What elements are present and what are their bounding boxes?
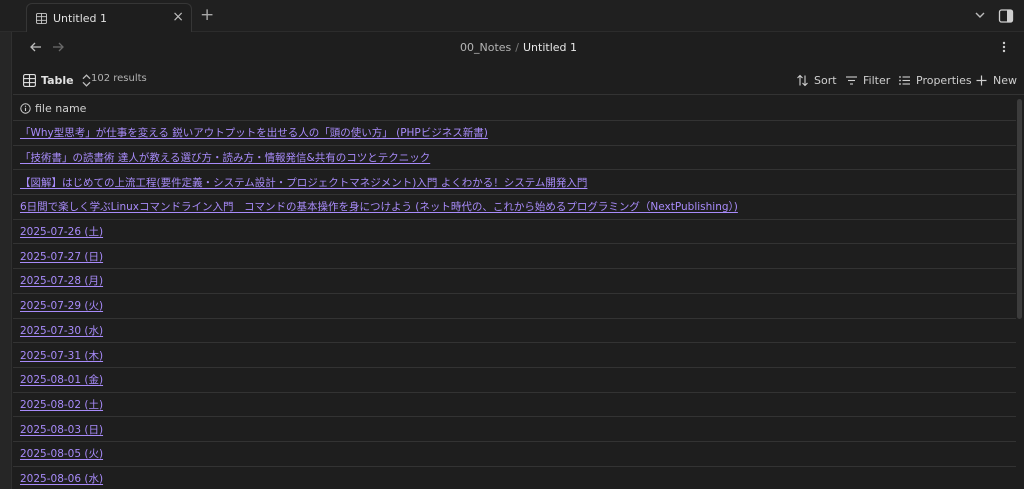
table-row: 【図解】はじめての上流工程(要件定義・システム設計・プロジェクトマネジメント)入… — [13, 170, 1016, 196]
results-table: file name 「Why型思考」が仕事を変える 鋭いアウトプットを出せる人の… — [13, 97, 1016, 489]
properties-label: Properties — [916, 73, 972, 87]
breadcrumb-current[interactable]: Untitled 1 — [523, 41, 577, 54]
title-bar: Untitled 1 × + — [0, 0, 1024, 32]
file-link[interactable]: 2025-08-06 (水) — [20, 471, 103, 486]
table-row: 2025-08-01 (金) — [13, 368, 1016, 393]
new-label: New — [993, 73, 1017, 87]
chevron-down-icon[interactable] — [973, 8, 987, 22]
file-link[interactable]: 【図解】はじめての上流工程(要件定義・システム設計・プロジェクトマネジメント)入… — [20, 175, 587, 190]
filter-icon — [846, 75, 857, 85]
breadcrumb: 00_Notes / Untitled 1 — [13, 41, 1024, 54]
table-row: 6日間で楽しく学ぶLinuxコマンドライン入門 コマンドの基本操作を身につけよう… — [13, 195, 1016, 220]
table-icon — [36, 13, 47, 24]
breadcrumb-folder[interactable]: 00_Notes — [460, 41, 511, 54]
file-link[interactable]: 2025-07-28 (月) — [20, 273, 103, 288]
properties-button[interactable]: Properties — [898, 72, 972, 88]
scrollbar[interactable] — [1017, 97, 1023, 489]
list-icon — [899, 75, 910, 85]
file-link[interactable]: 2025-08-02 (土) — [20, 397, 103, 412]
sidebar-toggle-icon[interactable] — [998, 8, 1014, 24]
new-button[interactable]: New — [975, 72, 1017, 88]
table-row: 「Why型思考」が仕事を変える 鋭いアウトプットを出せる人の「頭の使い方」 (P… — [13, 121, 1016, 146]
sort-icon — [797, 74, 808, 86]
file-link[interactable]: 「Why型思考」が仕事を変える 鋭いアウトプットを出せる人の「頭の使い方」 (P… — [20, 125, 488, 140]
table-row: 「技術書」の読書術 達人が教える選び方・読み方・情報発信&共有のコツとテクニック — [13, 146, 1016, 171]
filter-button[interactable]: Filter — [845, 72, 890, 88]
table-row: 2025-07-28 (月) — [13, 269, 1016, 294]
table-row: 2025-08-05 (火) — [13, 442, 1016, 467]
file-link[interactable]: 2025-07-27 (日) — [20, 249, 103, 264]
file-link[interactable]: 2025-07-29 (火) — [20, 298, 103, 313]
column-header-file-name[interactable]: file name — [13, 97, 1016, 121]
file-link[interactable]: 6日間で楽しく学ぶLinuxコマンドライン入門 コマンドの基本操作を身につけよう… — [20, 199, 738, 214]
table-row: 2025-08-06 (水) — [13, 467, 1016, 489]
view-selector[interactable]: Table — [23, 71, 93, 89]
results-count: 102 results — [91, 73, 147, 84]
table-row: 2025-08-03 (日) — [13, 417, 1016, 442]
view-toolbar: Table 102 results Sort Filter Properties… — [13, 65, 1024, 95]
sort-button[interactable]: Sort — [796, 72, 837, 88]
sort-label: Sort — [814, 73, 837, 87]
view-label: Table — [41, 73, 74, 87]
file-link[interactable]: 2025-07-31 (木) — [20, 348, 103, 363]
file-link[interactable]: 2025-08-05 (火) — [20, 446, 103, 461]
scroll-thumb[interactable] — [1017, 99, 1022, 319]
table-row: 2025-08-02 (土) — [13, 393, 1016, 418]
new-tab-button[interactable]: + — [200, 5, 214, 25]
table-icon — [23, 73, 36, 87]
navigation-bar: 00_Notes / Untitled 1 — [13, 33, 1024, 63]
left-ribbon — [0, 0, 12, 489]
file-link[interactable]: 2025-07-30 (水) — [20, 323, 103, 338]
tab-untitled-1[interactable]: Untitled 1 × — [26, 3, 192, 32]
file-link[interactable]: 2025-07-26 (土) — [20, 224, 103, 239]
file-link[interactable]: 「技術書」の読書術 達人が教える選び方・読み方・情報発信&共有のコツとテクニック — [20, 150, 430, 165]
table-row: 2025-07-26 (土) — [13, 220, 1016, 245]
more-options-icon[interactable] — [999, 39, 1009, 55]
plus-icon — [976, 75, 987, 85]
file-link[interactable]: 2025-08-01 (金) — [20, 372, 103, 387]
table-row: 2025-07-30 (水) — [13, 319, 1016, 344]
tab-title: Untitled 1 — [53, 12, 108, 25]
table-row: 2025-07-27 (日) — [13, 244, 1016, 270]
filter-label: Filter — [863, 73, 891, 87]
table-row: 2025-07-31 (木) — [13, 343, 1016, 368]
breadcrumb-separator: / — [515, 41, 519, 54]
info-icon — [20, 103, 31, 114]
column-header-label: file name — [35, 102, 87, 115]
table-row: 2025-07-29 (火) — [13, 294, 1016, 319]
file-link[interactable]: 2025-08-03 (日) — [20, 422, 103, 437]
close-tab-button[interactable]: × — [172, 9, 184, 25]
